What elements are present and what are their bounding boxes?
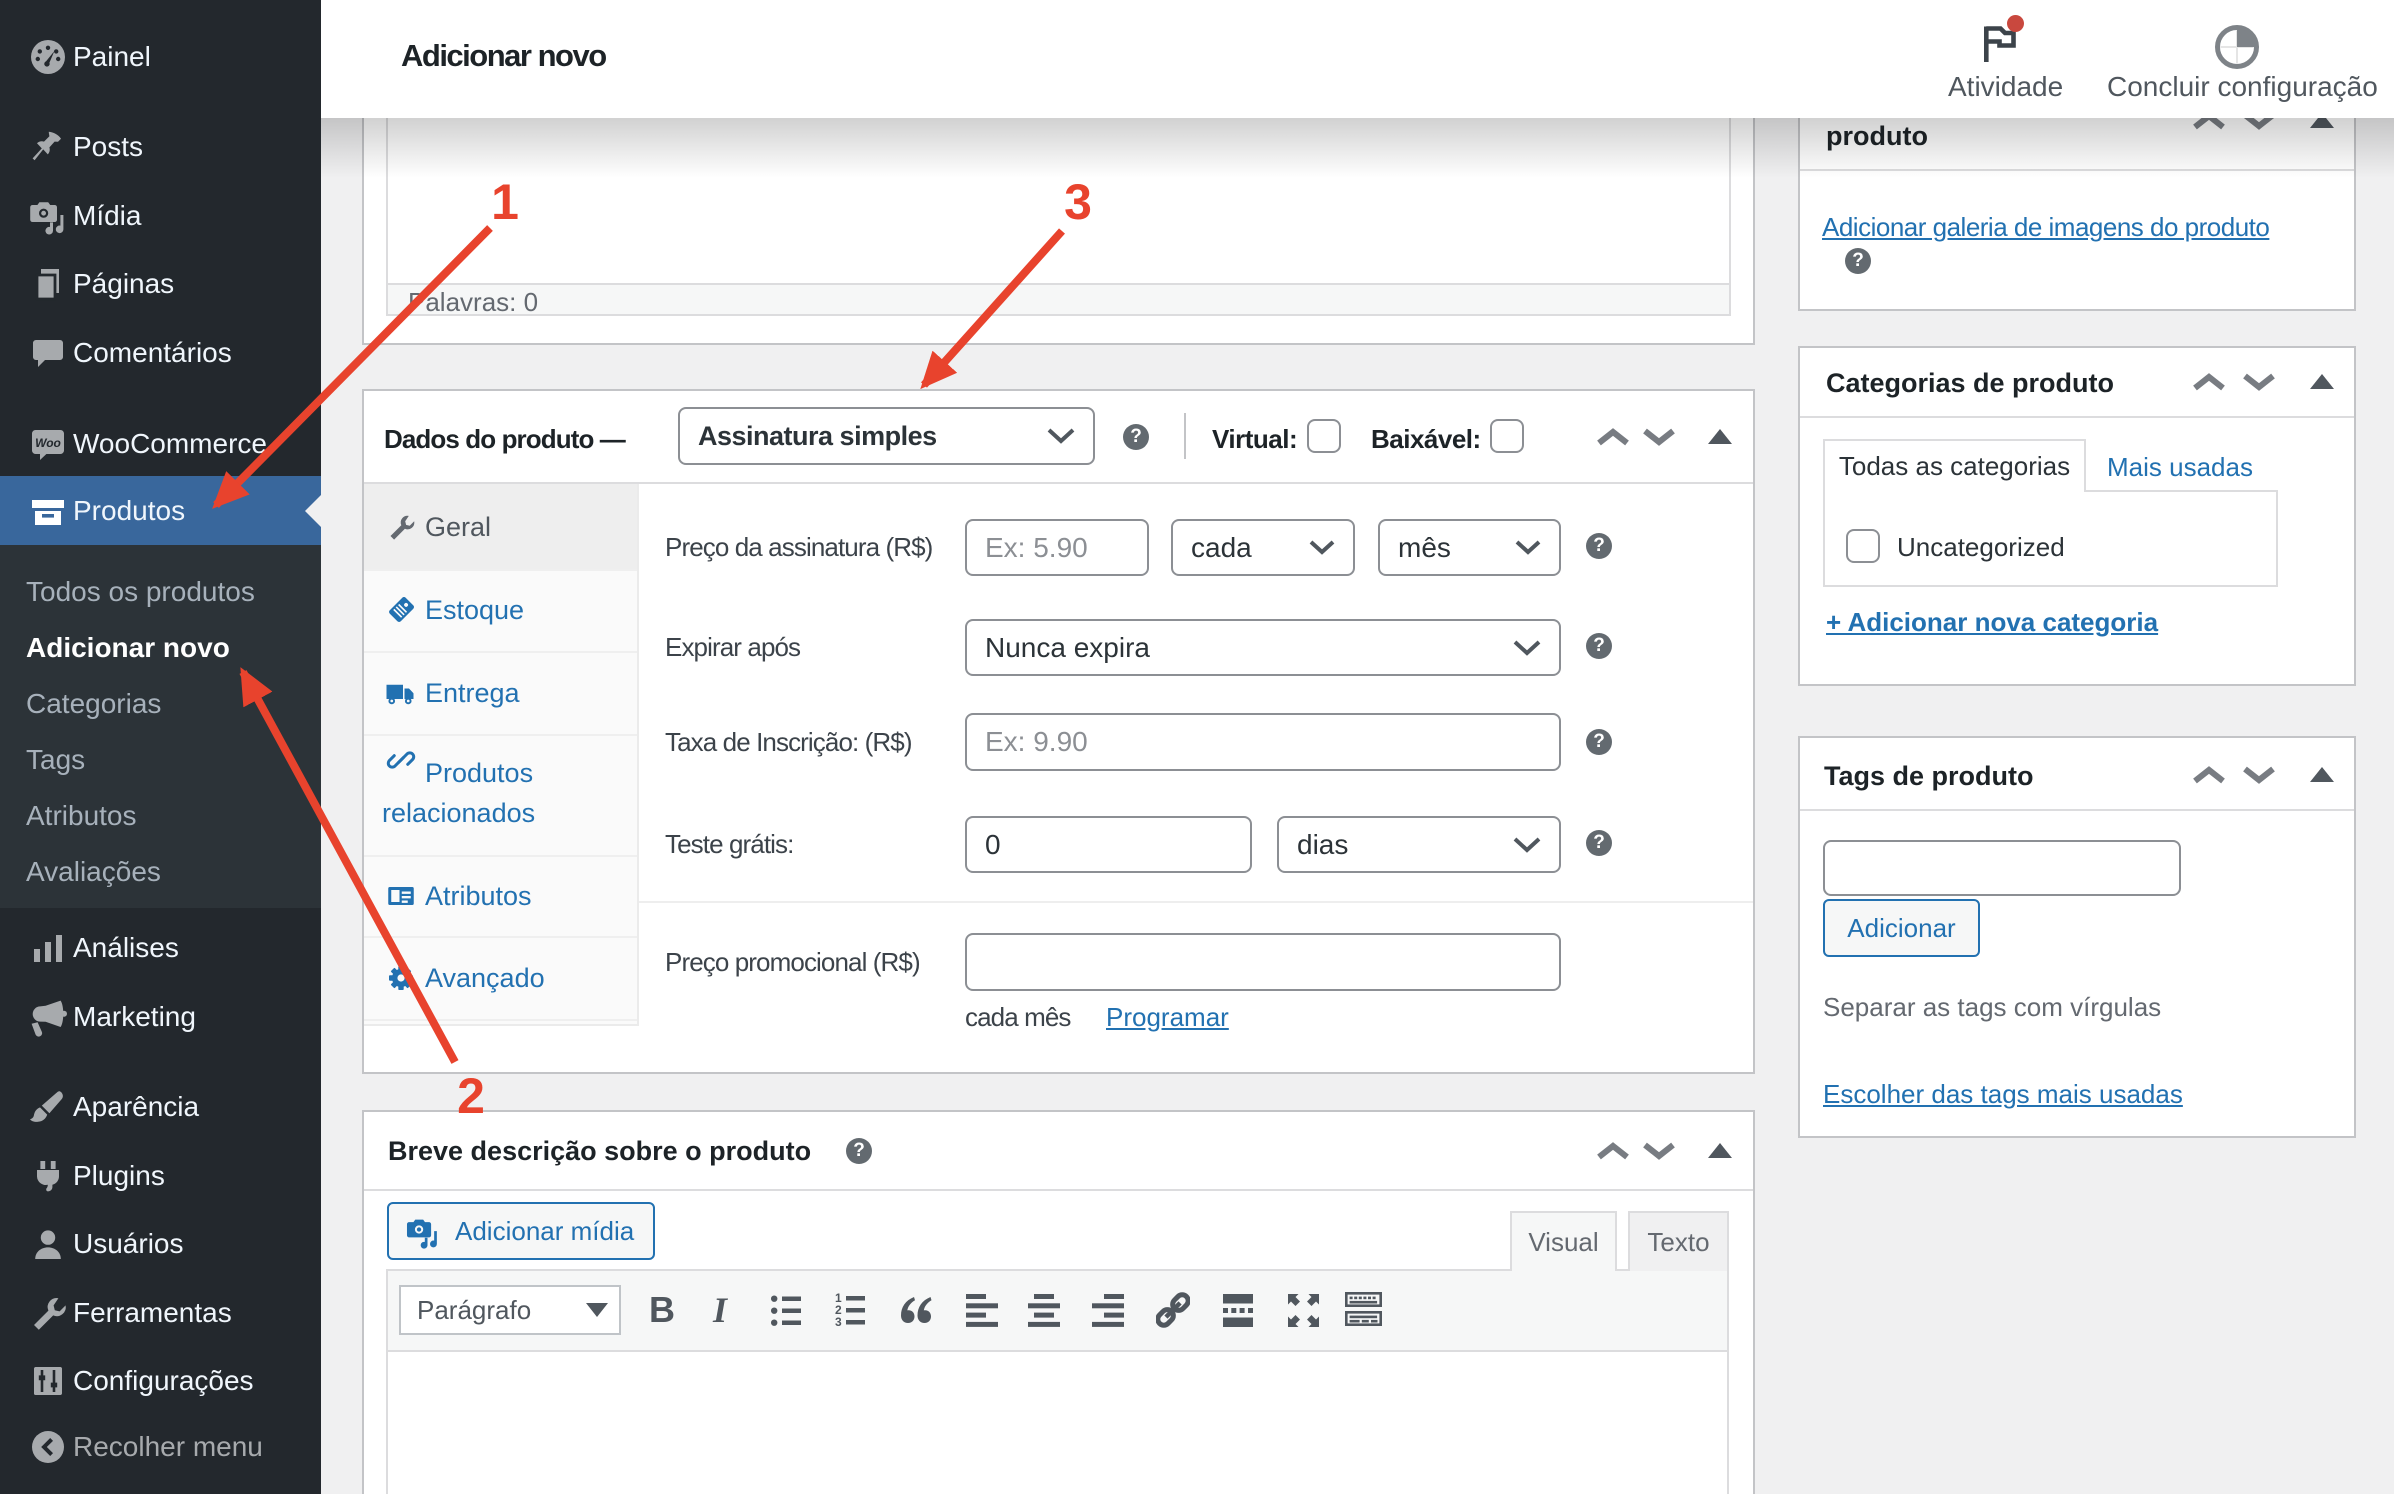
svg-text:1: 1 [491,174,519,230]
svg-text:3: 3 [1064,174,1092,230]
svg-text:2: 2 [457,1068,485,1124]
